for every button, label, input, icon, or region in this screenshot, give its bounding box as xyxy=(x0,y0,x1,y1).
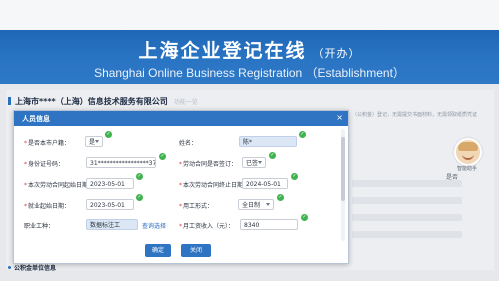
section-title-text: 公积金单位信息 xyxy=(14,265,57,272)
check-icon: ✓ xyxy=(136,173,143,180)
id-number-label: *身份证号码： xyxy=(24,161,65,168)
assistant-label[interactable]: 智能助手 xyxy=(449,165,485,172)
company-name-row: 上海市****（上海）信息技术服务有限公司 功能一览 xyxy=(8,96,198,108)
name-field[interactable]: 陈* xyxy=(239,136,297,147)
salary-field[interactable]: 8340 xyxy=(240,219,298,230)
close-button[interactable]: 关闭 xyxy=(181,244,211,257)
background-field xyxy=(352,214,462,221)
check-icon: ✓ xyxy=(159,153,166,160)
banner-title-sub: （开办） xyxy=(312,47,361,60)
id-number-field[interactable]: 31*****************37 xyxy=(86,157,156,168)
modal-scrollbar[interactable] xyxy=(341,129,345,241)
company-hint: 功能一览 xyxy=(173,99,198,106)
banner-title-en: Shanghai Online Business Registration （E… xyxy=(94,66,405,80)
check-icon: ✓ xyxy=(291,173,298,180)
section-marker xyxy=(8,97,11,105)
confirm-button[interactable]: 确定 xyxy=(145,244,171,257)
name-label: 姓名： xyxy=(179,140,198,147)
contract-signed-label: *劳动合同是否签订： xyxy=(179,161,238,168)
check-icon: ✓ xyxy=(299,131,306,138)
person-info-modal: 人员信息 × *是否本市户籍： 是 ✓ 姓名： 陈* ✓ *身份证号码： 31*… xyxy=(13,110,349,264)
salary-label: *月工资收入（元）： xyxy=(179,223,235,230)
bullet-icon xyxy=(8,266,11,269)
background-field xyxy=(352,197,462,204)
section-title-provident-fund: 公积金单位信息 xyxy=(8,263,56,272)
background-field xyxy=(352,180,462,187)
check-icon: ✓ xyxy=(301,214,308,221)
shanghai-local-select[interactable]: 是 xyxy=(85,136,103,147)
shanghai-local-label: *是否本市户籍： xyxy=(24,140,71,147)
check-icon: ✓ xyxy=(105,131,112,138)
modal-title: 人员信息 xyxy=(22,115,50,123)
employment-start-label: *就业起始日期： xyxy=(24,203,71,210)
banner-title-main: 上海企业登记在线 xyxy=(138,40,307,62)
required-marker: * xyxy=(24,140,27,147)
background-field xyxy=(352,231,462,238)
job-label: 职业工种： xyxy=(24,223,55,230)
scrollbar-thumb[interactable] xyxy=(341,137,345,201)
banner-title-cn: 上海企业登记在线 （开办） xyxy=(0,36,499,63)
browser-top-area xyxy=(0,0,499,30)
company-name: 上海市****（上海）信息技术服务有限公司 xyxy=(15,97,168,106)
assistant-avatar-icon[interactable] xyxy=(454,138,482,166)
work-type-select[interactable]: 全日制 xyxy=(238,199,274,210)
contract-end-label: *本次劳动合同终止日期： xyxy=(179,182,250,189)
modal-header xyxy=(14,111,348,126)
background-notice-text: （公积金）登记，无需提交书面材料，无需领取纸质凭证 xyxy=(352,112,478,118)
check-icon: ✓ xyxy=(269,152,276,159)
work-type-label: *用工形式： xyxy=(179,203,214,210)
check-icon: ✓ xyxy=(136,194,143,201)
check-icon: ✓ xyxy=(277,194,284,201)
contract-start-date[interactable]: 2023-05-01 xyxy=(86,178,134,189)
employment-start-date[interactable]: 2023-05-01 xyxy=(86,199,134,210)
job-search-link[interactable]: 查询选择 xyxy=(142,221,166,230)
contract-signed-select[interactable]: 已签 xyxy=(242,157,266,168)
job-field[interactable]: 数据标注工 xyxy=(86,219,138,230)
contract-end-date[interactable]: 2024-05-01 xyxy=(242,178,288,189)
close-icon[interactable]: × xyxy=(336,113,343,123)
contract-start-label: *本次劳动合同起始日期： xyxy=(24,182,95,189)
